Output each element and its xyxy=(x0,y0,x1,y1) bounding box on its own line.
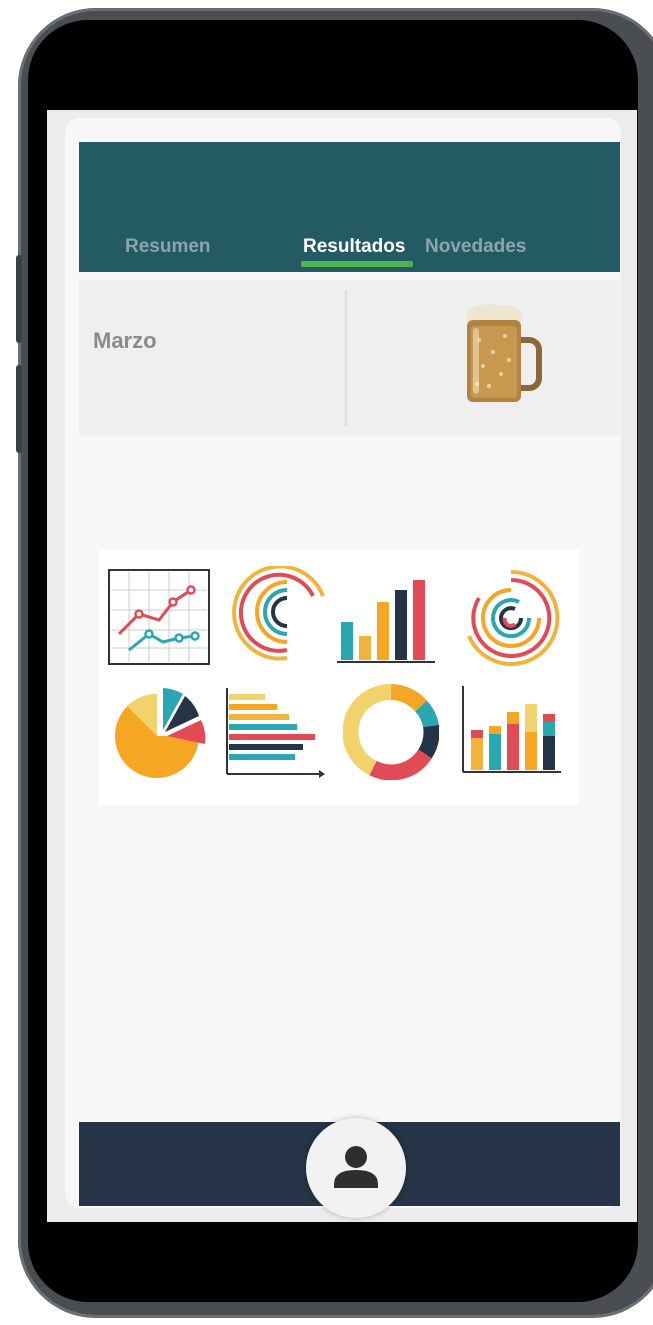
volume-button-2 xyxy=(16,365,22,453)
stacked-bar-chart-icon xyxy=(462,686,561,773)
radial-bars-icon xyxy=(232,566,325,661)
pie-chart-icon xyxy=(115,688,206,778)
user-icon xyxy=(334,1146,378,1188)
line-chart-icon xyxy=(108,569,210,665)
tab-resumen[interactable]: Resumen xyxy=(125,236,211,258)
charts-panel xyxy=(99,550,579,805)
beer-mug-icon xyxy=(466,304,542,402)
horizontal-bar-chart-icon xyxy=(226,688,325,778)
app-screen: Resumen Resultados Novedades Marzo xyxy=(47,110,637,1222)
donut-chart-icon xyxy=(343,684,439,780)
volume-button xyxy=(16,255,22,343)
bar-chart-icon xyxy=(337,580,435,663)
panel-divider xyxy=(345,290,347,426)
tab-novedades[interactable]: Novedades xyxy=(425,236,526,258)
profile-button[interactable] xyxy=(306,1118,406,1218)
tab-bar: Resumen Resultados Novedades xyxy=(79,142,620,272)
tab-resultados[interactable]: Resultados xyxy=(303,236,405,258)
summary-panel: Marzo xyxy=(79,280,620,435)
active-tab-indicator xyxy=(301,261,413,267)
month-label: Marzo xyxy=(93,328,157,353)
concentric-rings-icon xyxy=(467,569,560,666)
